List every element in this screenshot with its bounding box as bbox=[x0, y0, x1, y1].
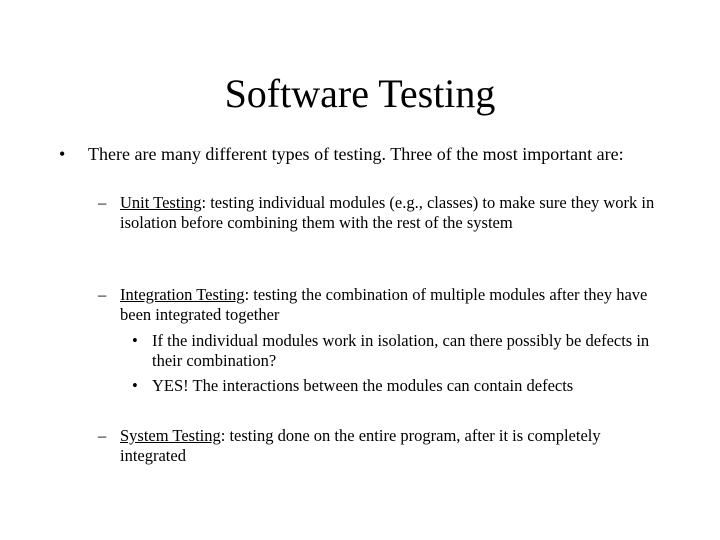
dash-icon: – bbox=[98, 426, 107, 445]
sub-bullet-item: • YES! The interactions between the modu… bbox=[132, 376, 662, 396]
unit-testing-item: – Unit Testing: testing individual modul… bbox=[98, 193, 665, 233]
bullet-icon: • bbox=[59, 144, 66, 164]
sub-bullet-text: YES! The interactions between the module… bbox=[152, 376, 574, 395]
term-integration-testing: Integration Testing bbox=[120, 285, 245, 304]
intro-bullet-item: • There are many different types of test… bbox=[59, 143, 688, 165]
system-testing-item: – System Testing: testing done on the en… bbox=[98, 426, 665, 466]
bullet-icon: • bbox=[132, 331, 138, 350]
sub-bullet-item: • If the individual modules work in isol… bbox=[132, 331, 662, 371]
intro-text: There are many different types of testin… bbox=[88, 144, 624, 164]
dash-icon: – bbox=[98, 285, 107, 304]
sub-bullet-text: If the individual modules work in isolat… bbox=[152, 331, 650, 370]
term-system-testing: System Testing bbox=[120, 426, 221, 445]
bullet-icon: • bbox=[132, 376, 138, 395]
dash-icon: – bbox=[98, 193, 107, 212]
slide-title: Software Testing bbox=[224, 71, 496, 116]
integration-testing-item: – Integration Testing: testing the combi… bbox=[98, 285, 665, 325]
term-unit-testing: Unit Testing bbox=[120, 193, 202, 212]
